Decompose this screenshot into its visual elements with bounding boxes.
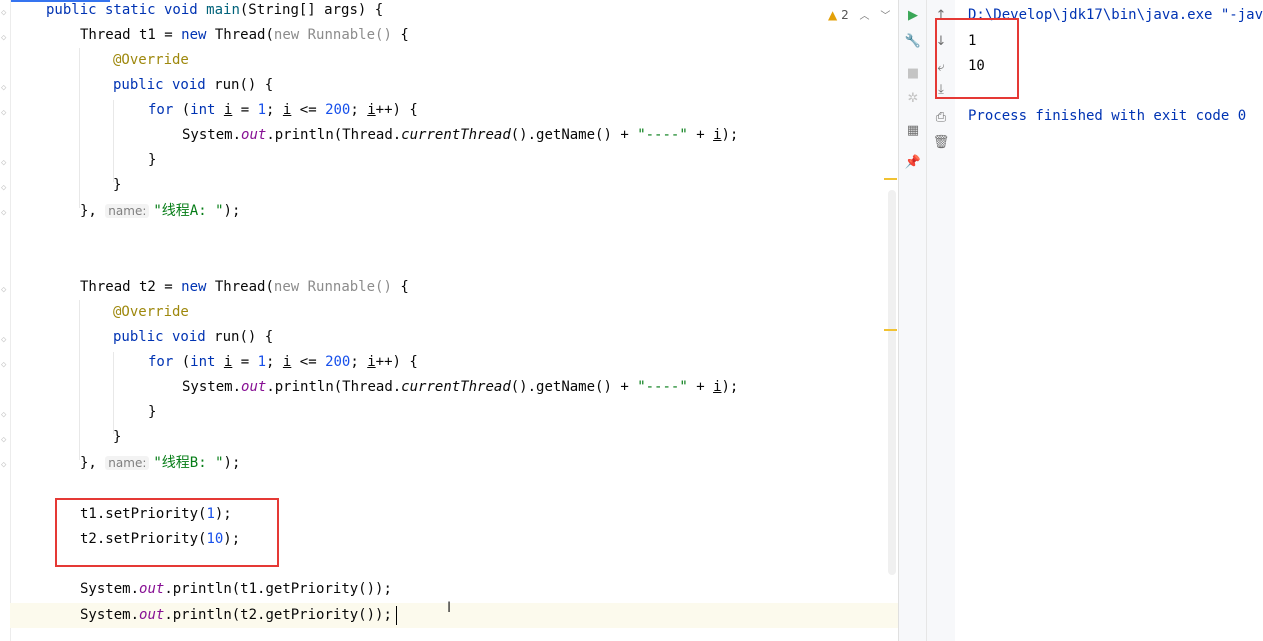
editor-gutter: ◇ ◇ ◇ ◇ ◇ ◇ ◇ ◇ ◇ ◇ ◇ ◇ ◇ xyxy=(0,0,11,641)
run-toolbar: ▶ 🔧 ■ ✲ ▦ 📌 xyxy=(898,0,927,641)
warning-triangle-icon: ▲ xyxy=(828,8,838,22)
fold-icon[interactable]: ◇ xyxy=(1,335,8,345)
code-line: public static void main(String[] args) { xyxy=(46,2,384,18)
fold-icon[interactable]: ◇ xyxy=(1,158,8,168)
editor-scrollbar[interactable] xyxy=(888,190,896,575)
console-exit-message: Process finished with exit code 0 xyxy=(968,108,1247,124)
fold-icon[interactable]: ◇ xyxy=(1,410,8,420)
code-line: public void run() { xyxy=(113,77,274,93)
stop-icon[interactable]: ■ xyxy=(903,64,923,84)
code-line: System.out.println(t1.getPriority()); xyxy=(80,581,392,597)
code-line: } xyxy=(113,177,122,193)
code-line: } xyxy=(148,404,157,420)
inspection-widget[interactable]: ▲ 2 ︿ ﹀ xyxy=(828,7,890,22)
fold-icon[interactable]: ◇ xyxy=(1,83,8,93)
trash-icon[interactable]: 🗑 xyxy=(931,133,951,153)
rerun-icon[interactable]: ▶ xyxy=(903,6,923,26)
code-line: } xyxy=(148,152,157,168)
warning-marker[interactable] xyxy=(884,178,897,180)
fold-icon[interactable]: ◇ xyxy=(1,208,8,218)
fold-icon[interactable]: ◇ xyxy=(1,183,8,193)
text-caret xyxy=(396,606,397,625)
code-line: @Override xyxy=(113,304,189,320)
code-line: System.out.println(Thread.currentThread(… xyxy=(182,127,739,143)
warning-count: 2 xyxy=(841,8,849,22)
warning-marker[interactable] xyxy=(884,329,897,331)
parameter-hint: name: xyxy=(105,204,150,218)
fold-icon[interactable]: ◇ xyxy=(1,108,8,118)
code-line: @Override xyxy=(113,52,189,68)
code-line: } xyxy=(113,429,122,445)
pin-icon[interactable]: 📌 xyxy=(903,153,923,173)
parameter-hint: name: xyxy=(105,456,150,470)
highlight-box xyxy=(55,498,279,567)
fold-icon[interactable]: ◇ xyxy=(1,435,8,445)
code-line: for (int i = 1; i <= 200; i++) { xyxy=(148,354,418,370)
layout-icon[interactable]: ▦ xyxy=(903,121,923,141)
wrench-icon[interactable]: 🔧 xyxy=(903,32,923,52)
chevron-down-icon[interactable]: ﹀ xyxy=(880,11,890,22)
code-line: }, name: "线程B: "); xyxy=(80,455,241,471)
mouse-ibeam-icon: I xyxy=(447,600,452,616)
chevron-up-icon[interactable]: ︿ xyxy=(860,11,870,22)
highlight-box xyxy=(935,18,1019,99)
debug-settings-icon[interactable]: ✲ xyxy=(903,89,923,109)
fold-icon[interactable]: ◇ xyxy=(1,8,8,18)
code-editor[interactable]: ◇ ◇ ◇ ◇ ◇ ◇ ◇ ◇ ◇ ◇ ◇ ◇ ◇ ▲ 2 ︿ ﹀ public… xyxy=(0,0,898,641)
code-line: System.out.println(Thread.currentThread(… xyxy=(182,379,739,395)
print-icon[interactable]: ⎙ xyxy=(931,108,951,128)
fold-icon[interactable]: ◇ xyxy=(1,460,8,470)
code-line: for (int i = 1; i <= 200; i++) { xyxy=(148,102,418,118)
code-line: }, name: "线程A: "); xyxy=(80,203,241,219)
code-line: System.out.println(t2.getPriority()); xyxy=(80,607,392,623)
fold-icon[interactable]: ◇ xyxy=(1,285,8,295)
code-line: Thread t1 = new Thread(new Runnable() { xyxy=(80,27,409,43)
code-line: public void run() { xyxy=(113,329,274,345)
fold-icon[interactable]: ◇ xyxy=(1,360,8,370)
fold-icon[interactable]: ◇ xyxy=(1,33,8,43)
code-line: Thread t2 = new Thread(new Runnable() { xyxy=(80,279,409,295)
